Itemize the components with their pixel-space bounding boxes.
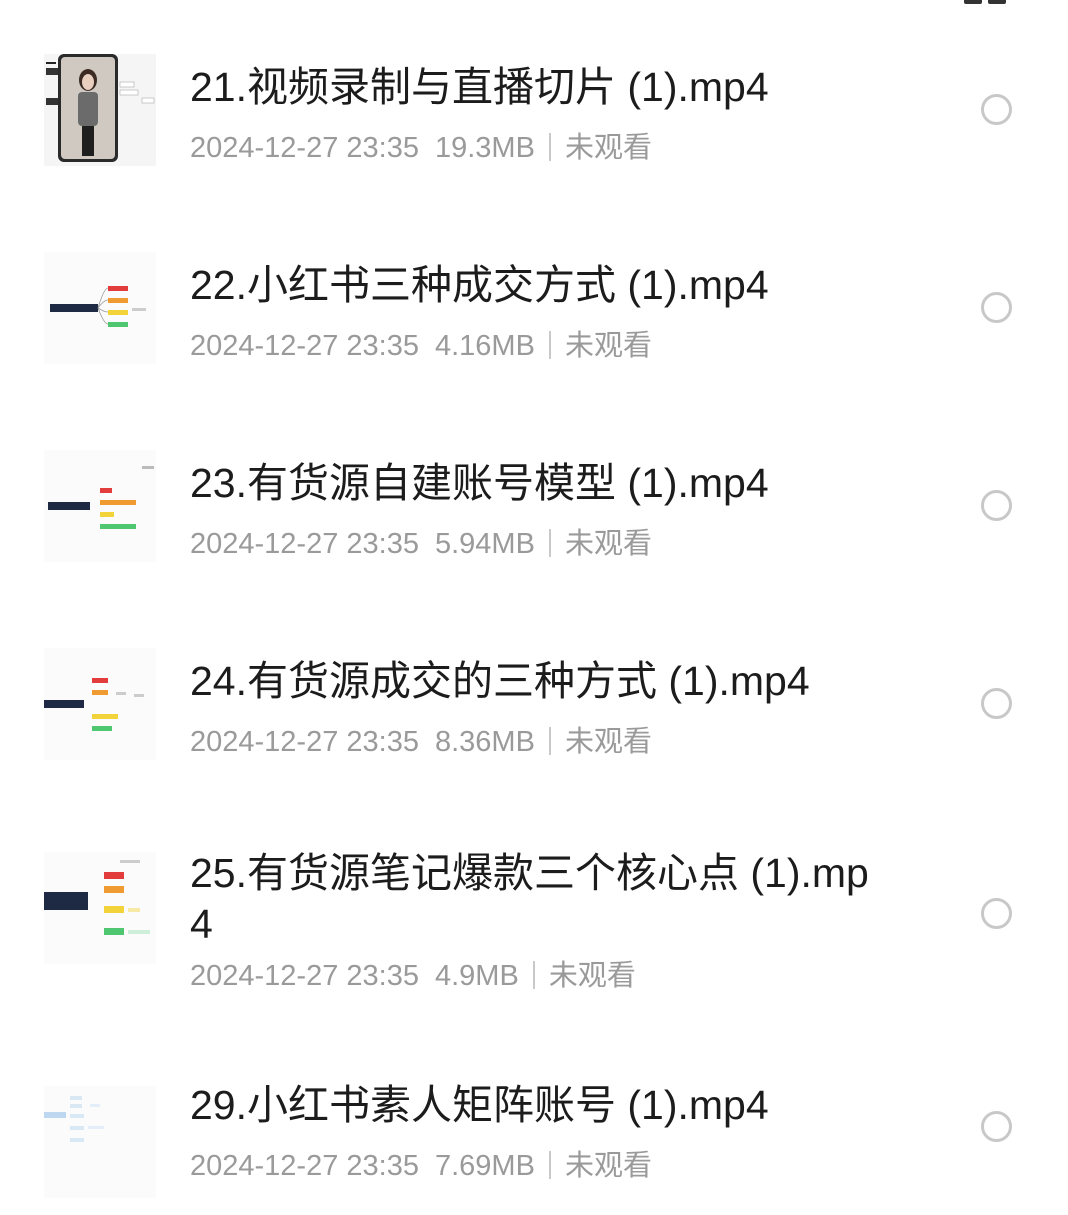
file-date: 2024-12-27 23:35 bbox=[190, 1150, 419, 1182]
radio-unchecked-icon[interactable] bbox=[981, 490, 1012, 521]
divider bbox=[548, 133, 551, 161]
file-meta: 2024-12-27 23:35 5.94MB 未观看 bbox=[190, 520, 652, 562]
watch-status: 未观看 bbox=[564, 132, 652, 164]
file-size: 4.9MB bbox=[434, 960, 519, 992]
file-name: 24.有货源成交的三种方式 (1).mp4 bbox=[190, 658, 810, 704]
radio-unchecked-icon[interactable] bbox=[981, 1111, 1012, 1142]
list-item[interactable]: 21.视频录制与直播切片 (1).mp4 2024-12-27 23:35 19.… bbox=[0, 0, 1068, 200]
video-thumbnail bbox=[44, 450, 156, 562]
list-item[interactable]: 24.有货源成交的三种方式 (1).mp4 2024-12-27 23:35 8.… bbox=[0, 596, 1068, 794]
file-name: 29.小红书素人矩阵账号 (1).mp4 bbox=[190, 1082, 769, 1128]
video-thumbnail bbox=[44, 852, 156, 964]
file-date: 2024-12-27 23:35 bbox=[190, 726, 419, 758]
file-meta: 2024-12-27 23:35 19.3MB 未观看 bbox=[190, 124, 652, 166]
file-size: 5.94MB bbox=[434, 528, 535, 560]
file-date: 2024-12-27 23:35 bbox=[190, 528, 419, 560]
radio-unchecked-icon[interactable] bbox=[981, 94, 1012, 125]
file-name: 21.视频录制与直播切片 (1).mp4 bbox=[190, 64, 769, 110]
list-item[interactable]: 23.有货源自建账号模型 (1).mp4 2024-12-27 23:35 5.9… bbox=[0, 398, 1068, 596]
divider bbox=[548, 1151, 551, 1179]
watch-status: 未观看 bbox=[564, 330, 652, 362]
file-size: 7.69MB bbox=[434, 1150, 535, 1182]
file-size: 4.16MB bbox=[434, 330, 535, 362]
divider bbox=[548, 529, 551, 557]
radio-unchecked-icon[interactable] bbox=[981, 292, 1012, 323]
file-meta: 2024-12-27 23:35 4.16MB 未观看 bbox=[190, 322, 652, 364]
divider bbox=[548, 331, 551, 359]
video-thumbnail bbox=[44, 648, 156, 760]
file-size: 19.3MB bbox=[434, 132, 535, 164]
divider bbox=[548, 727, 551, 755]
file-date: 2024-12-27 23:35 bbox=[190, 960, 419, 992]
list-item[interactable]: 22.小红书三种成交方式 (1).mp4 2024-12-27 23:35 4.1… bbox=[0, 200, 1068, 398]
watch-status: 未观看 bbox=[564, 528, 652, 560]
video-thumbnail bbox=[44, 54, 156, 166]
divider bbox=[532, 961, 535, 989]
file-date: 2024-12-27 23:35 bbox=[190, 132, 419, 164]
file-meta: 2024-12-27 23:35 8.36MB 未观看 bbox=[190, 718, 652, 760]
file-meta: 2024-12-27 23:35 4.9MB 未观看 bbox=[190, 952, 636, 994]
radio-unchecked-icon[interactable] bbox=[981, 898, 1012, 929]
watch-status: 未观看 bbox=[548, 960, 636, 992]
radio-unchecked-icon[interactable] bbox=[981, 688, 1012, 719]
file-name: 22.小红书三种成交方式 (1).mp4 bbox=[190, 262, 769, 308]
file-name: 25.有货源笔记爆款三个核心点 (1).mp4 bbox=[190, 850, 869, 947]
video-thumbnail bbox=[44, 252, 156, 364]
file-date: 2024-12-27 23:35 bbox=[190, 330, 419, 362]
list-item[interactable]: 29.小红书素人矩阵账号 (1).mp4 2024-12-27 23:35 7.6… bbox=[0, 1032, 1068, 1215]
watch-status: 未观看 bbox=[564, 726, 652, 758]
watch-status: 未观看 bbox=[564, 1150, 652, 1182]
file-meta: 2024-12-27 23:35 7.69MB 未观看 bbox=[190, 1142, 652, 1184]
list-item[interactable]: 25.有货源笔记爆款三个核心点 (1).mp4 2024-12-27 23:35… bbox=[0, 794, 1068, 1032]
file-name: 23.有货源自建账号模型 (1).mp4 bbox=[190, 460, 769, 506]
video-thumbnail bbox=[44, 1086, 156, 1198]
file-size: 8.36MB bbox=[434, 726, 535, 758]
